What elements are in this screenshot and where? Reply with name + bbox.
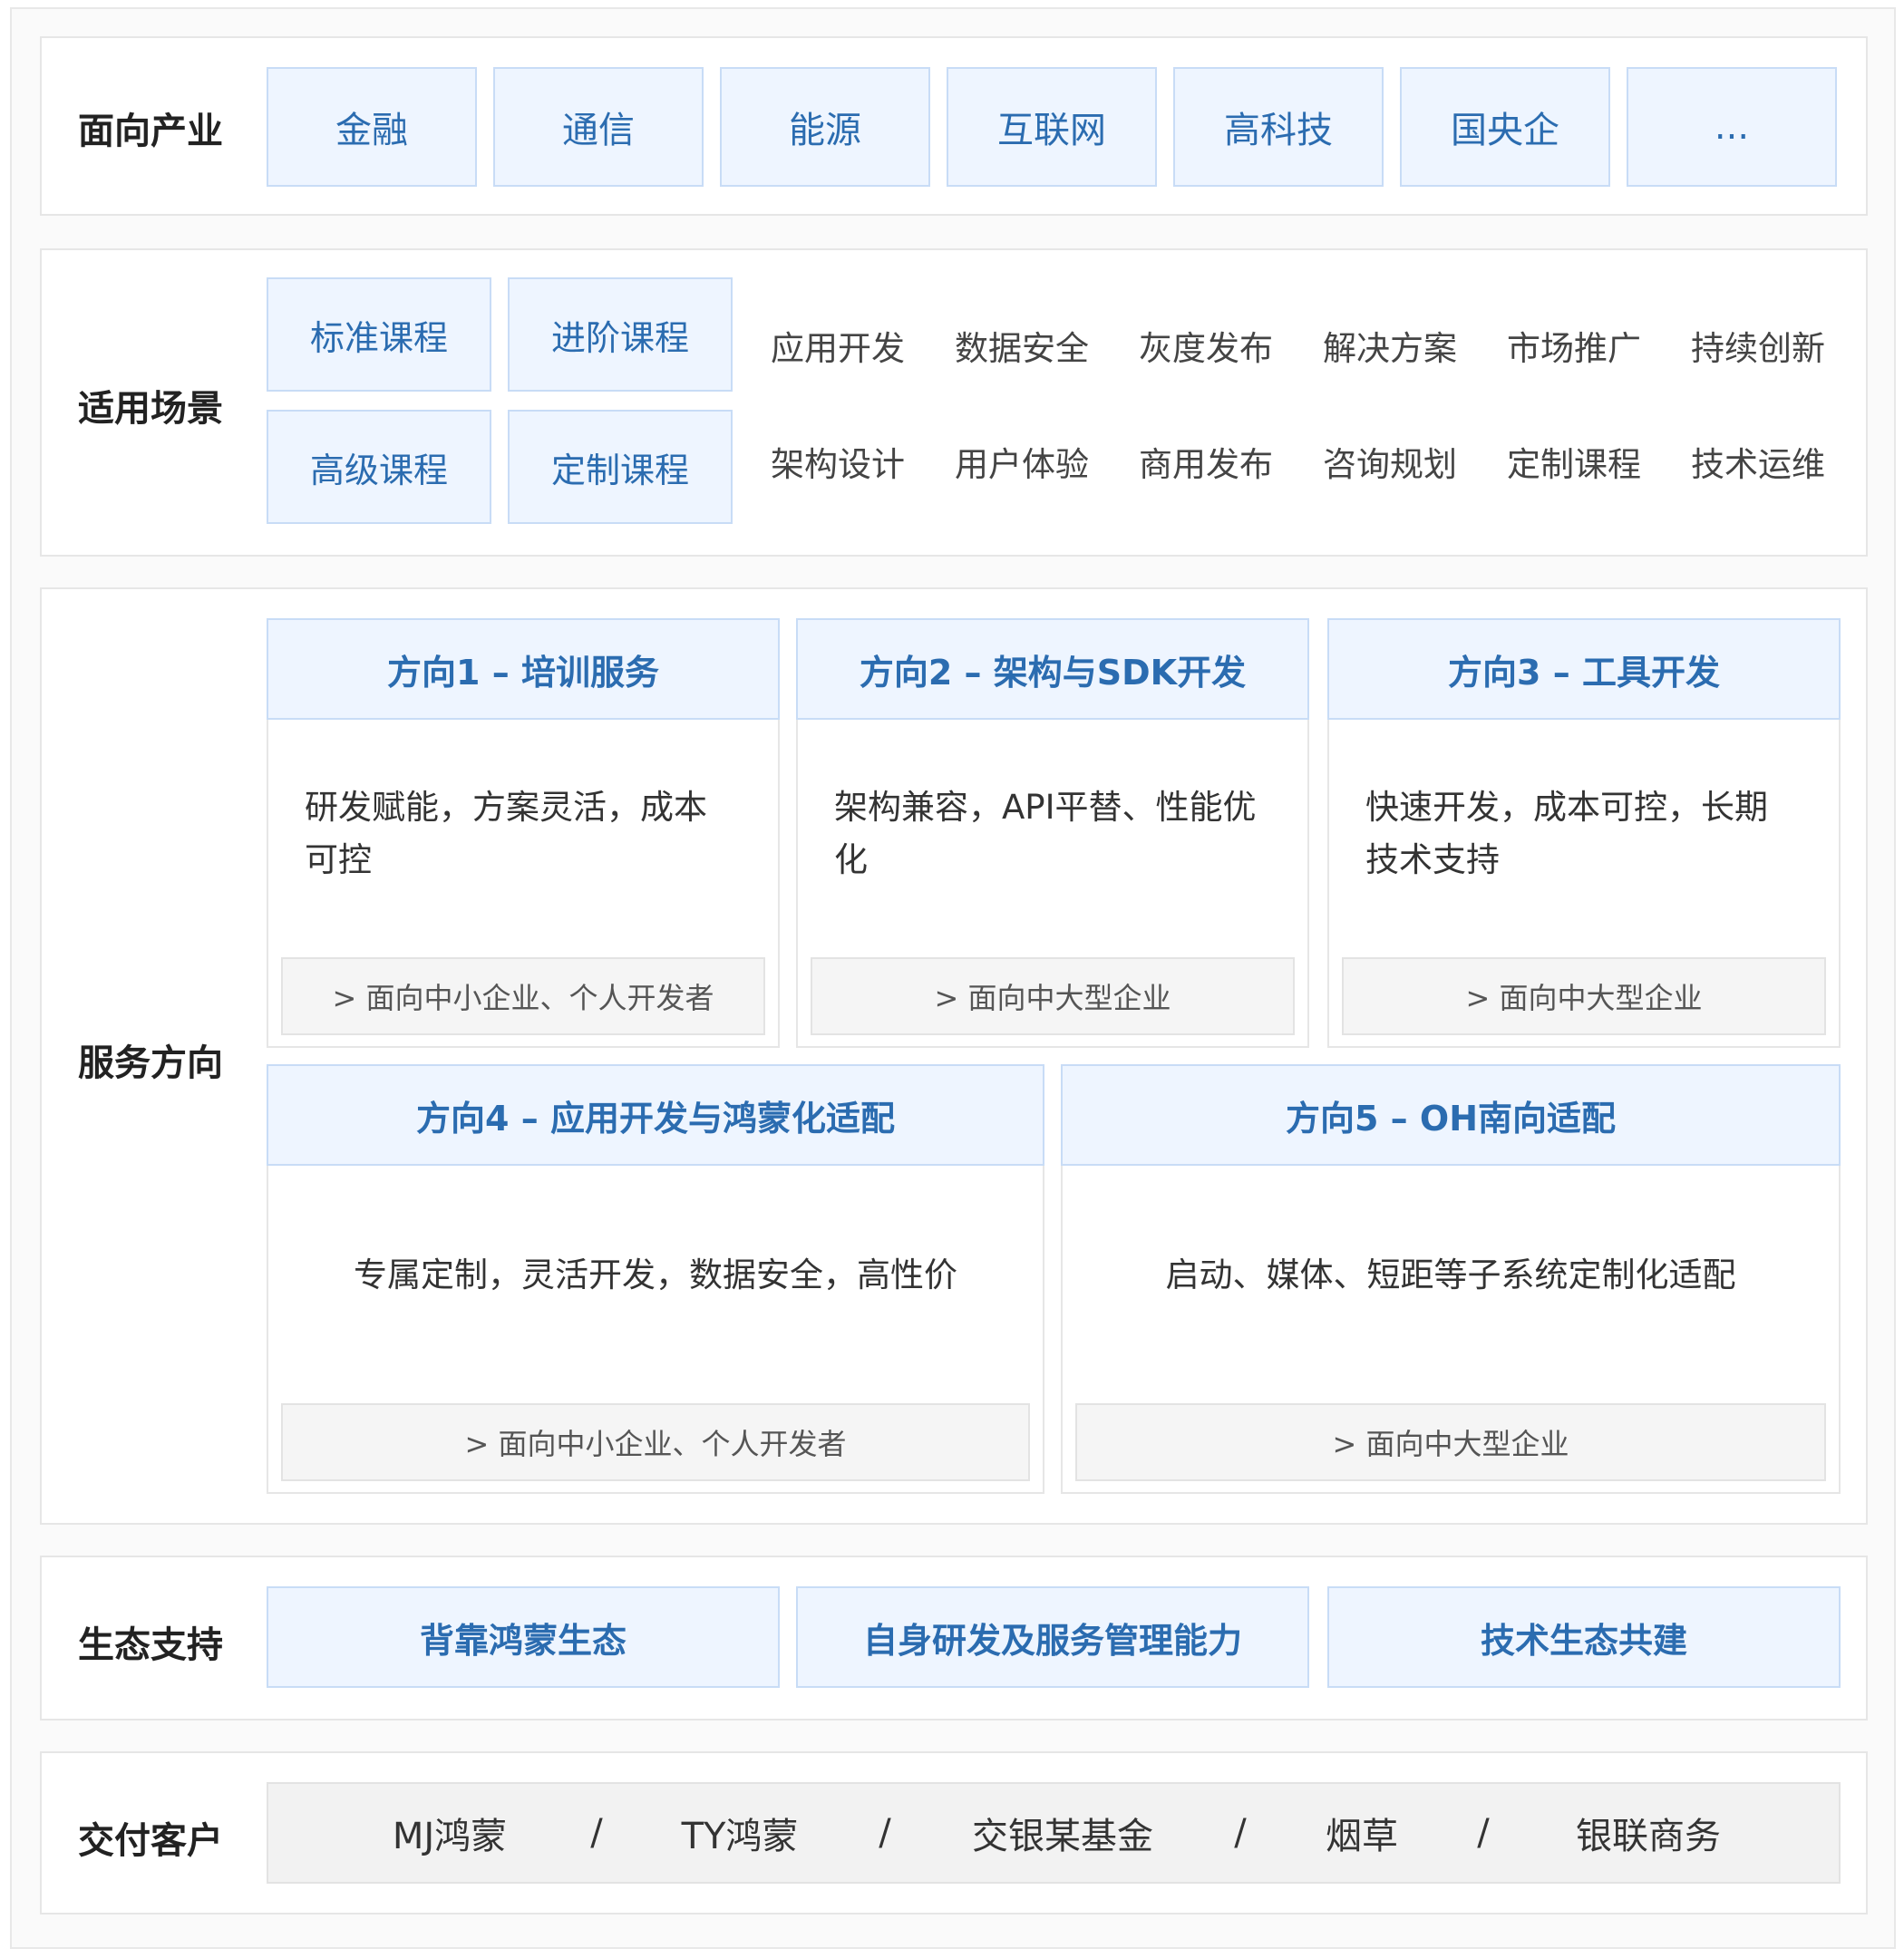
ecosystem-section: 生态支持 背靠鸿蒙生态 自身研发及服务管理能力 技术生态共建 [40,1556,1868,1721]
service-card-audience: > 面向中小企业、个人开发者 [281,1403,1030,1481]
service-card-desc: 专属定制，灵活开发，数据安全，高性价 [354,1255,957,1294]
scenarios-section: 适用场景 标准课程 进阶课程 高级课程 定制课程 应用开发 数据安全 灰度发布 … [40,248,1868,557]
industry-tag: 高科技 [1173,67,1384,187]
client-separator: / [590,1812,603,1854]
service-card: 方向5 – OH南向适配 启动、媒体、短距等子系统定制化适配 > 面向中大型企业 [1061,1064,1841,1494]
client-name: 交银某基金 [972,1816,1153,1857]
ecosystem-tag: 背靠鸿蒙生态 [267,1586,780,1688]
service-card-title: 方向4 – 应用开发与鸿蒙化适配 [267,1064,1044,1166]
scenario-item: 架构设计 [771,445,905,484]
scenario-item: 用户体验 [955,445,1089,484]
clients-section: 交付客户 MJ鸿蒙 / TY鸿蒙 / 交银某基金 / 烟草 / 银联商务 [40,1751,1868,1914]
client-name: TY鸿蒙 [681,1816,799,1857]
course-tag: 标准课程 [267,277,491,392]
scenario-item: 应用开发 [771,329,905,368]
industries-section: 面向产业 金融 通信 能源 互联网 高科技 国央企 ... [40,36,1868,216]
course-tag: 进阶课程 [508,277,733,392]
service-card-audience: > 面向中大型企业 [1075,1403,1826,1481]
clients-label: 交付客户 [78,1820,223,1862]
service-card-desc: 快速开发，成本可控，长期技术支持 [1365,788,1768,879]
service-card-title: 方向2 – 架构与SDK开发 [796,618,1309,720]
service-card-title: 方向5 – OH南向适配 [1061,1064,1841,1166]
service-card: 方向2 – 架构与SDK开发 架构兼容，API平替、性能优化 > 面向中大型企业 [796,618,1309,1048]
services-section: 服务方向 方向1 – 培训服务 研发赋能，方案灵活，成本可控 > 面向中小企业、… [40,587,1868,1525]
client-separator: / [879,1812,891,1854]
scenario-item: 数据安全 [955,329,1089,368]
client-separator: / [1477,1812,1490,1854]
industry-tag: 通信 [493,67,704,187]
service-card: 方向1 – 培训服务 研发赋能，方案灵活，成本可控 > 面向中小企业、个人开发者 [267,618,780,1048]
service-card-audience: > 面向中大型企业 [1342,957,1826,1035]
client-name: 烟草 [1326,1816,1398,1857]
service-card-desc: 研发赋能，方案灵活，成本可控 [305,788,707,879]
service-card-desc: 启动、媒体、短距等子系统定制化适配 [1165,1255,1736,1294]
scenarios-label: 适用场景 [78,388,223,430]
ecosystem-tag: 技术生态共建 [1327,1586,1841,1688]
service-card-audience: > 面向中大型企业 [811,957,1295,1035]
industry-tag: 能源 [720,67,930,187]
client-name: MJ鸿蒙 [392,1816,508,1857]
industry-tag: 国央企 [1400,67,1610,187]
services-label: 服务方向 [78,1042,223,1084]
course-tag: 定制课程 [508,410,733,524]
scenario-item: 市场推广 [1507,329,1641,368]
scenario-item: 技术运维 [1691,445,1825,484]
industry-tag: 互联网 [947,67,1157,187]
ecosystem-tag: 自身研发及服务管理能力 [796,1586,1309,1688]
scenario-item: 持续创新 [1691,329,1825,368]
scenario-item: 灰度发布 [1139,329,1273,368]
scenario-item: 定制课程 [1507,445,1641,484]
clients-bar: MJ鸿蒙 / TY鸿蒙 / 交银某基金 / 烟草 / 银联商务 [267,1782,1841,1884]
client-separator: / [1234,1812,1247,1854]
scenario-item: 解决方案 [1323,329,1457,368]
service-card: 方向3 – 工具开发 快速开发，成本可控，长期技术支持 > 面向中大型企业 [1327,618,1841,1048]
ecosystem-label: 生态支持 [78,1624,223,1666]
service-card-title: 方向3 – 工具开发 [1327,618,1841,720]
scenario-item: 商用发布 [1139,445,1273,484]
industry-tag-more: ... [1627,67,1837,187]
service-card-desc: 架构兼容，API平替、性能优化 [834,788,1257,879]
scenario-item: 咨询规划 [1323,445,1457,484]
course-tag: 高级课程 [267,410,491,524]
service-card-audience: > 面向中小企业、个人开发者 [281,957,765,1035]
industries-label: 面向产业 [78,111,223,152]
client-name: 银联商务 [1576,1816,1721,1857]
service-card: 方向4 – 应用开发与鸿蒙化适配 专属定制，灵活开发，数据安全，高性价 > 面向… [267,1064,1044,1494]
industry-tag: 金融 [267,67,477,187]
service-card-title: 方向1 – 培训服务 [267,618,780,720]
